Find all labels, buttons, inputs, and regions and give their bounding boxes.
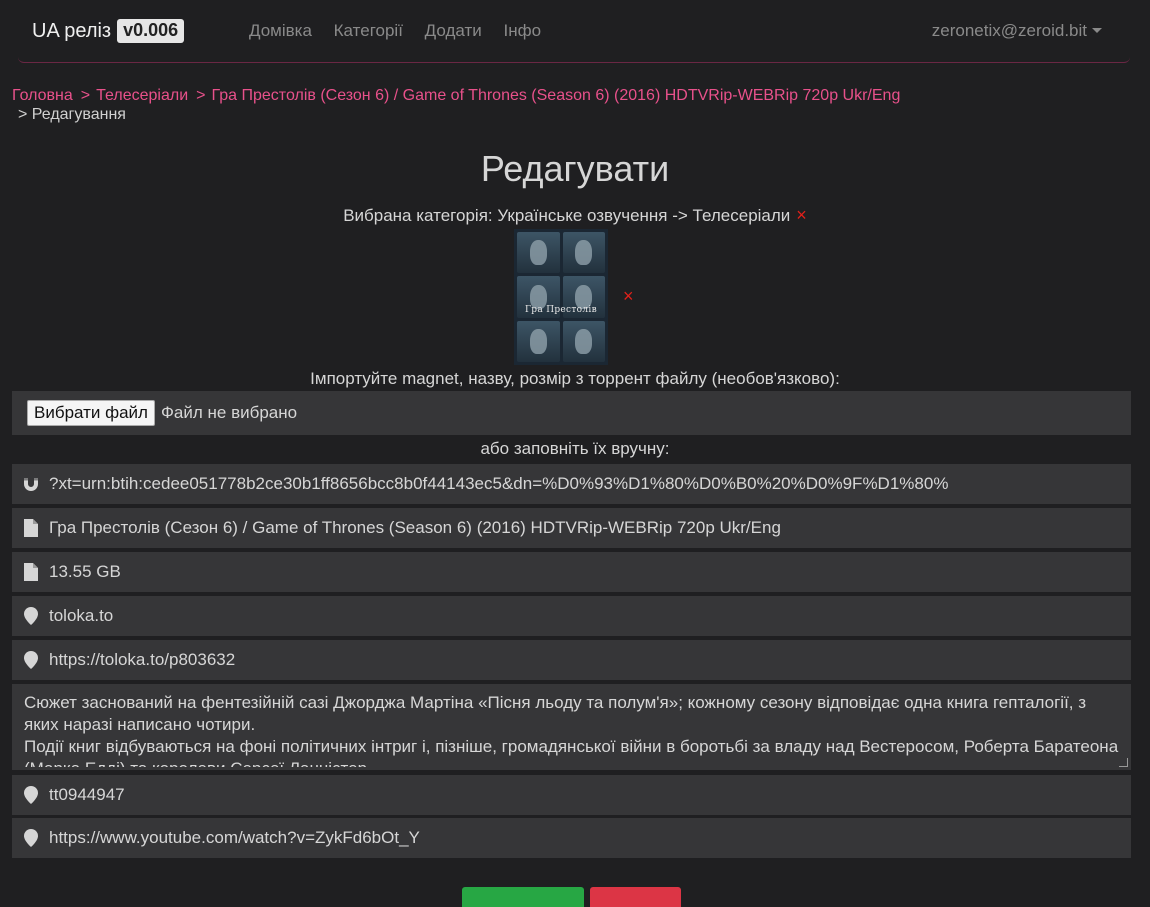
size-value[interactable]: 13.55 GB — [49, 562, 121, 582]
version-badge: v0.006 — [117, 19, 185, 43]
save-button[interactable] — [462, 887, 584, 907]
user-menu[interactable]: zeronetix@zeroid.bit — [932, 21, 1102, 41]
trailer-field[interactable]: https://www.youtube.com/watch?v=ZykFd6bO… — [12, 818, 1131, 858]
url-value[interactable]: https://toloka.to/p803632 — [49, 650, 235, 670]
nav-link-add[interactable]: Додати — [425, 21, 482, 40]
file-status: Файл не вибрано — [160, 403, 298, 422]
poster-face — [562, 232, 605, 274]
choose-file-button[interactable]: Вибрати файл — [27, 400, 155, 426]
poster-face — [517, 232, 560, 274]
selected-category-text: Вибрана категорія: Українське озвучення … — [343, 206, 791, 225]
magnet-icon — [22, 475, 40, 493]
nav-link-home[interactable]: Домівка — [249, 21, 312, 40]
poster-face — [562, 320, 605, 362]
breadcrumb-current-label: Редагування — [31, 106, 126, 123]
name-value[interactable]: Гра Престолів (Сезон 6) / Game of Throne… — [49, 518, 781, 538]
trailer-value[interactable]: https://www.youtube.com/watch?v=ZykFd6bO… — [49, 828, 420, 848]
page-title: Редагувати — [480, 148, 670, 189]
remove-category-icon[interactable]: × — [796, 205, 807, 225]
user-name[interactable]: zeronetix@zeroid.bit — [932, 21, 1087, 40]
import-label: Імпортуйте magnet, назву, розмір з торре… — [310, 369, 840, 388]
file-input[interactable]: Вибрати файл Файл не вибрано — [12, 391, 1131, 435]
breadcrumb-separator: > — [18, 106, 28, 123]
remove-poster-icon[interactable]: × — [623, 286, 634, 307]
breadcrumb-separator: > — [80, 87, 91, 104]
manual-label: або заповніть їх вручну: — [480, 439, 670, 458]
source-value[interactable]: toloka.to — [49, 606, 113, 626]
breadcrumb-home[interactable]: Головна — [12, 87, 73, 104]
name-field[interactable]: Гра Престолів (Сезон 6) / Game of Throne… — [12, 508, 1131, 548]
map-marker-icon — [22, 829, 40, 847]
breadcrumb: Головна > Телесеріали > Гра Престолів (Сезон… — [12, 86, 1132, 124]
url-field[interactable]: https://toloka.to/p803632 — [12, 640, 1131, 680]
file-icon — [22, 563, 40, 581]
imdb-field[interactable]: tt0944947 — [12, 775, 1131, 815]
navbar: UA реліз v0.006 Домівка Категорії Додати … — [18, 0, 1130, 63]
selected-category: Вибрана категорія: Українське озвучення … — [0, 205, 1150, 226]
resize-handle-icon[interactable] — [1119, 758, 1128, 767]
breadcrumb-category[interactable]: Телесеріали — [96, 87, 188, 104]
magnet-value[interactable]: ?xt=urn:btih:cedee051778b2ce30b1ff8656bc… — [49, 474, 948, 494]
map-marker-icon — [22, 786, 40, 804]
description-textarea[interactable]: Сюжет заснований на фентезійній сазі Джо… — [12, 684, 1131, 770]
imdb-value[interactable]: tt0944947 — [49, 785, 125, 805]
cancel-button[interactable] — [590, 887, 681, 907]
breadcrumb-current: > Редагування — [12, 105, 1132, 124]
size-field[interactable]: 13.55 GB — [12, 552, 1131, 592]
poster-image — [514, 229, 608, 365]
file-icon — [22, 519, 40, 537]
nav-link-categories[interactable]: Категорії — [334, 21, 403, 40]
nav-link-info[interactable]: Інфо — [503, 21, 541, 40]
poster-face — [517, 320, 560, 362]
source-field[interactable]: toloka.to — [12, 596, 1131, 636]
description-value[interactable]: Сюжет заснований на фентезійній сазі Джо… — [24, 692, 1119, 767]
map-marker-icon — [22, 607, 40, 625]
poster-caption: Гра Престолів — [525, 305, 597, 315]
magnet-field[interactable]: ?xt=urn:btih:cedee051778b2ce30b1ff8656bc… — [12, 464, 1131, 504]
caret-down-icon[interactable] — [1092, 28, 1102, 33]
map-marker-icon — [22, 651, 40, 669]
breadcrumb-separator: > — [196, 87, 206, 104]
breadcrumb-release[interactable]: Гра Престолів (Сезон 6) / Game of Throne… — [211, 87, 900, 104]
nav-links: Домівка Категорії Додати Інфо — [249, 21, 558, 41]
brand[interactable]: UA реліз v0.006 — [32, 19, 185, 43]
brand-name[interactable]: UA реліз — [32, 20, 111, 42]
